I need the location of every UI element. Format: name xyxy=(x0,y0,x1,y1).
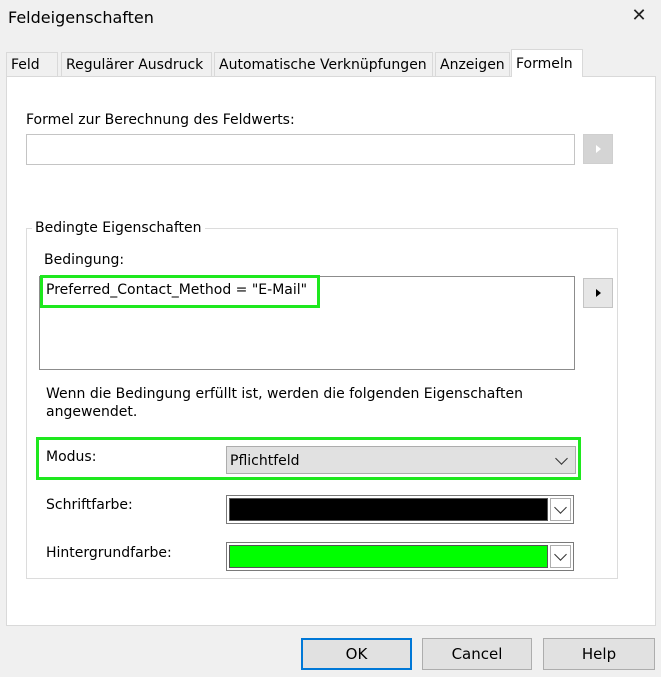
background-color-picker[interactable] xyxy=(226,542,574,571)
dialog-title: Feldeigenschaften xyxy=(8,8,154,27)
font-color-label: Schriftfarbe: xyxy=(46,497,133,513)
chevron-down-icon xyxy=(554,501,567,514)
play-icon xyxy=(595,289,601,297)
font-color-picker[interactable] xyxy=(226,495,574,524)
font-color-swatch xyxy=(229,498,548,521)
condition-info-text: Wenn die Bedingung erfüllt ist, werden d… xyxy=(46,386,523,420)
condition-label: Bedingung: xyxy=(44,252,125,268)
tab-feld[interactable]: Feld xyxy=(6,52,58,76)
formula-input[interactable] xyxy=(26,134,575,165)
help-button[interactable]: Help xyxy=(543,638,655,670)
background-color-dropdown-button[interactable] xyxy=(550,545,571,568)
font-color-dropdown-button[interactable] xyxy=(550,498,571,521)
background-color-swatch xyxy=(229,545,548,568)
condition-text: Preferred_Contact_Method = "E-Mail" xyxy=(46,282,308,298)
close-icon[interactable]: ✕ xyxy=(628,4,650,28)
tab-automatische-verknuepfungen[interactable]: Automatische Verknüpfungen xyxy=(214,52,433,76)
tab-formeln[interactable]: Formeln xyxy=(511,49,583,77)
mode-label: Modus: xyxy=(46,449,97,465)
chevron-down-icon xyxy=(554,548,567,561)
tab-regulaerer-ausdruck[interactable]: Regulärer Ausdruck xyxy=(61,52,212,76)
conditional-group-title: Bedingte Eigenschaften xyxy=(32,219,205,237)
cancel-button[interactable]: Cancel xyxy=(422,638,532,670)
chevron-down-icon xyxy=(555,452,568,465)
formula-label: Formel zur Berechnung des Feldwerts: xyxy=(26,112,295,128)
play-icon xyxy=(595,145,601,153)
condition-builder-button[interactable] xyxy=(583,278,613,308)
mode-select[interactable]: Pflichtfeld xyxy=(226,446,576,474)
mode-select-value: Pflichtfeld xyxy=(230,453,300,469)
background-color-label: Hintergrundfarbe: xyxy=(46,545,172,561)
tab-anzeigen[interactable]: Anzeigen xyxy=(435,52,510,76)
formula-builder-button[interactable] xyxy=(583,134,613,164)
ok-button[interactable]: OK xyxy=(301,638,412,670)
